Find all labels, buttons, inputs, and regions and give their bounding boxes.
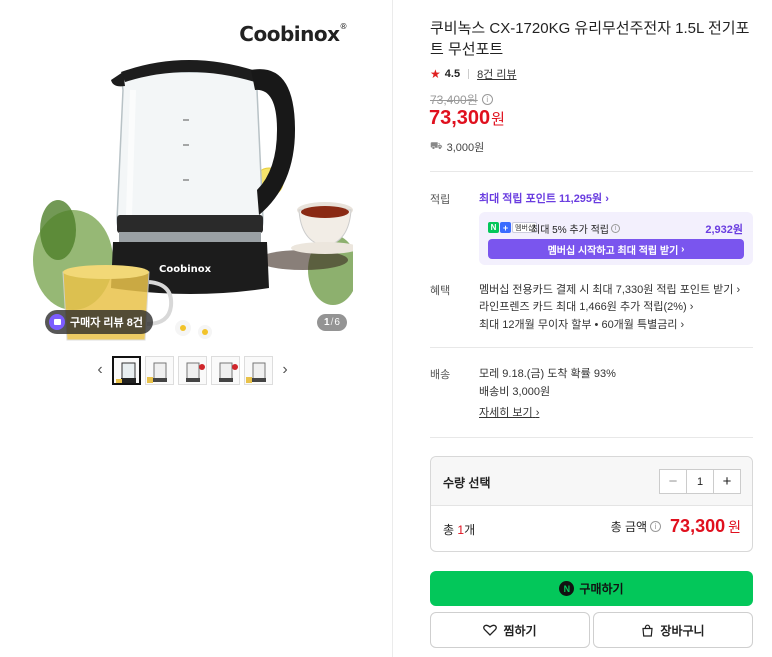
svg-text:Coobinox: Coobinox <box>159 264 212 275</box>
delivery-label: 배송 <box>430 369 451 381</box>
divider <box>430 437 753 438</box>
main-product-image[interactable]: Coobinox Coobinox® 구매자 리뷰 8건 1 / 6 <box>33 10 353 343</box>
wish-button-label: 찜하기 <box>503 623 537 638</box>
quantity-section: 수량 선택 − 1 + <box>431 457 752 506</box>
thumbnail-4[interactable] <box>211 355 240 385</box>
total-amount: 총 금액 i 73,300 원 <box>611 516 741 537</box>
thumbnail-5[interactable] <box>244 355 273 385</box>
delivery-detail-link[interactable]: 자세히 보기 › <box>479 404 539 420</box>
total-count: 총 1개 <box>443 523 476 537</box>
rating-row: ★ 4.5 8건 리뷰 <box>430 66 517 82</box>
product-details: 쿠비녹스 CX-1720KG 유리무선주전자 1.5L 전기포트 무선포트 ★ … <box>393 0 772 657</box>
naver-pay-icon: N <box>559 581 575 596</box>
cart-button-label: 장바구니 <box>660 623 705 638</box>
chevron-right-icon: › <box>736 284 741 296</box>
quantity-label: 수량 선택 <box>443 476 491 490</box>
thumbnail-2[interactable] <box>145 355 174 385</box>
chevron-right-icon: › <box>681 243 685 255</box>
rating-divider <box>468 69 470 79</box>
image-page-counter: 1 / 6 <box>317 314 347 331</box>
thumbnail-strip: ‹ › <box>92 354 293 386</box>
info-icon[interactable]: i <box>481 94 493 105</box>
original-price-row: 73,400원 i <box>430 91 493 108</box>
original-price: 73,400원 <box>430 93 478 107</box>
total-amount-unit: 원 <box>728 518 741 535</box>
brand-logo: Coobinox® <box>239 22 347 46</box>
sale-price-value: 73,300 <box>429 107 491 129</box>
points-label: 적립 <box>430 194 451 206</box>
info-icon[interactable]: i <box>650 521 662 532</box>
shipping-fee: 3,000원 <box>446 142 485 154</box>
buy-button[interactable]: N 구매하기 <box>430 571 753 606</box>
star-icon: ★ <box>430 67 441 81</box>
thumbnail-3[interactable] <box>178 355 207 385</box>
shopping-bag-icon <box>642 624 654 637</box>
shipping-row: ⛟ 3,000원 <box>430 139 484 155</box>
naver-n-icon: N <box>488 222 499 233</box>
wish-button[interactable]: 찜하기 <box>430 612 590 648</box>
benefit-item[interactable]: 최대 12개월 무이자 할부 • 60개월 특별금리 › <box>479 316 684 332</box>
extra-points-text: 최대 5% 추가 적립 i <box>531 221 620 236</box>
thumbnail-1[interactable] <box>112 355 141 385</box>
arrival-estimate: 모레 9.18.(금) 도착 확률 93% <box>479 368 616 380</box>
start-membership-button[interactable]: 멤버십 시작하고 최대 적립 받기 › <box>488 239 744 259</box>
chevron-right-icon[interactable]: › <box>277 355 293 385</box>
heart-icon <box>483 624 498 636</box>
product-title: 쿠비녹스 CX-1720KG 유리무선주전자 1.5L 전기포트 무선포트 <box>430 20 750 58</box>
quantity-stepper: − 1 + <box>659 469 741 494</box>
chevron-right-icon: › <box>535 407 540 419</box>
truck-icon: ⛟ <box>430 140 443 152</box>
chevron-right-icon: › <box>680 319 685 331</box>
divider <box>430 171 753 172</box>
divider <box>430 347 753 348</box>
delivery-fee: 배송비 3,000원 <box>479 386 551 398</box>
info-icon[interactable]: i <box>611 224 620 233</box>
review-badge-label: 구매자 리뷰 8건 <box>70 317 143 329</box>
naver-plus-box: N + 멤버십 최대 5% 추가 적립 i 2,932원 멤버십 시작하고 최대… <box>479 212 753 265</box>
benefit-item[interactable]: 라인프렌즈 카드 최대 1,466원 추가 적립(2%) › <box>479 298 693 314</box>
page-total: 6 <box>334 317 340 328</box>
sale-price-unit: 원 <box>491 111 505 128</box>
total-amount-label: 총 금액 <box>610 520 648 534</box>
buy-button-label: 구매하기 <box>579 582 624 596</box>
buyer-review-badge[interactable]: 구매자 리뷰 8건 <box>45 310 153 334</box>
rating-score: 4.5 <box>444 68 461 80</box>
cart-button[interactable]: 장바구니 <box>593 612 753 648</box>
review-count-link[interactable]: 8건 리뷰 <box>477 66 517 82</box>
sale-price: 73,300원 <box>429 107 505 130</box>
decrease-button[interactable]: − <box>660 470 686 493</box>
review-icon <box>49 314 65 330</box>
order-box: 수량 선택 − 1 + 총 1개 총 금액 i 73,300 원 <box>430 456 753 552</box>
benefits-label: 혜택 <box>430 285 451 297</box>
chevron-right-icon: › <box>605 193 609 205</box>
quantity-value[interactable]: 1 <box>686 470 714 493</box>
total-amount-value: 73,300 <box>670 516 726 536</box>
chevron-right-icon: › <box>689 301 694 313</box>
extra-points-amount: 2,932원 <box>705 224 743 236</box>
chevron-left-icon[interactable]: ‹ <box>92 355 108 385</box>
kettle-image: Coobinox <box>33 60 353 341</box>
page-current: 1 <box>324 317 330 328</box>
benefit-item[interactable]: 멤버십 전용카드 결제 시 최대 7,330원 적립 포인트 받기 › <box>479 281 740 297</box>
plus-icon: + <box>500 222 511 233</box>
product-gallery: Coobinox Coobinox® 구매자 리뷰 8건 1 / 6 ‹ › <box>0 0 392 657</box>
naver-plus-logo: N + 멤버십 <box>488 222 538 233</box>
max-points-link[interactable]: 최대 적립 포인트 11,295원 › <box>479 190 609 206</box>
increase-button[interactable]: + <box>714 470 740 493</box>
